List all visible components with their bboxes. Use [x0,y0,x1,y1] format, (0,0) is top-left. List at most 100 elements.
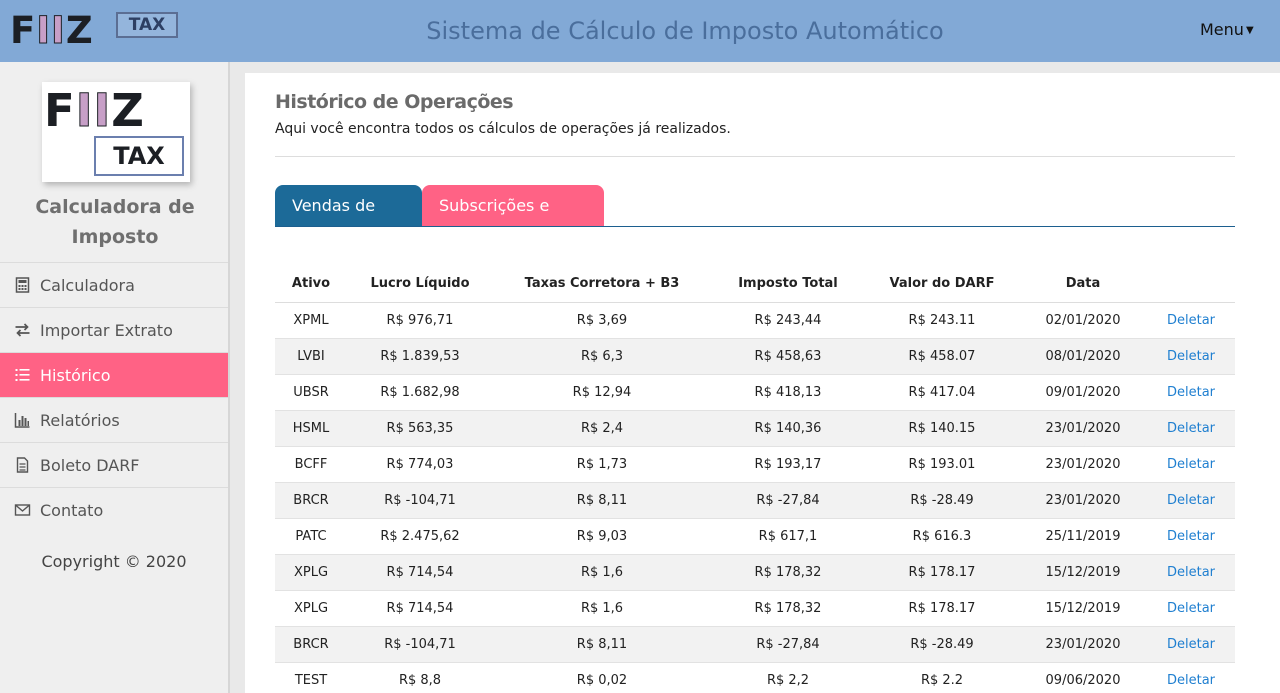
cell-ativo: TEST [275,662,347,693]
cell-valor-darf: R$ 178.17 [865,590,1019,627]
exchange-icon [14,322,32,338]
cell-imposto-total: R$ 418,13 [711,374,865,411]
tab-subscricoes-e-ipos[interactable]: Subscrições e IPOs [422,185,604,256]
top-navbar: FIIZ TAX Sistema de Cálculo de Imposto A… [0,0,1280,62]
table-body: XPML R$ 976,71 R$ 3,69 R$ 243,44 R$ 243.11 02… [275,302,1235,693]
cell-imposto-total: R$ 178,32 [711,590,865,627]
cell-ativo: BCFF [275,446,347,483]
document-icon [14,457,32,473]
cell-lucro-liquido: R$ 976,71 [347,302,493,339]
sidebar-logo: FIIZ TAX [42,82,190,182]
cell-data: 23/01/2020 [1019,482,1147,519]
cell-lucro-liquido: R$ 774,03 [347,446,493,483]
cell-ativo: XPLG [275,554,347,591]
cell-valor-darf: R$ -28.49 [865,626,1019,663]
cell-ativo: XPLG [275,590,347,627]
cell-taxas: R$ 8,11 [493,626,711,663]
cell-ativo: PATC [275,518,347,555]
cell-taxas: R$ 2,4 [493,410,711,447]
menu-label: Menu [1200,20,1244,39]
sidebar-item-calculadora[interactable]: Calculadora [0,262,228,307]
cell-ativo: LVBI [275,338,347,375]
cell-lucro-liquido: R$ 714,54 [347,590,493,627]
delete-link[interactable]: Deletar [1147,590,1235,627]
sidebar-item-label: Importar Extrato [40,320,173,340]
caret-down-icon: ▼ [1245,25,1254,36]
calculator-icon [14,277,32,293]
table-row: LVBI R$ 1.839,53 R$ 6,3 R$ 458,63 R$ 458.07 0… [275,338,1235,375]
delete-link[interactable]: Deletar [1147,338,1235,375]
cell-valor-darf: R$ 2.2 [865,662,1019,693]
cell-valor-darf: R$ 616.3 [865,518,1019,555]
cell-ativo: XPML [275,302,347,339]
table-row: PATC R$ 2.475,62 R$ 9,03 R$ 617,1 R$ 616.3 25… [275,518,1235,555]
cell-imposto-total: R$ 243,44 [711,302,865,339]
sidebar-item-importar-extrato[interactable]: Importar Extrato [0,307,228,352]
sidebar-item-contato[interactable]: Contato [0,487,228,532]
cell-taxas: R$ 1,6 [493,590,711,627]
column-header-actions [1147,265,1235,303]
app-title: Sistema de Cálculo de Imposto Automático [426,17,944,45]
column-header-ativo: Ativo [275,265,347,303]
cell-data: 23/01/2020 [1019,626,1147,663]
sidebar: FIIZ TAX Calculadora de Imposto Calculad… [0,62,230,693]
table-row: XPLG R$ 714,54 R$ 1,6 R$ 178,32 R$ 178.17 15/… [275,554,1235,591]
sidebar-item-relatorios[interactable]: Relatórios [0,397,228,442]
table-row: BCFF R$ 774,03 R$ 1,73 R$ 193,17 R$ 193.01 23… [275,446,1235,483]
sidebar-item-label: Contato [40,500,104,520]
cell-valor-darf: R$ 243.11 [865,302,1019,339]
list-icon [14,367,32,383]
column-header-data: Data [1019,265,1147,303]
delete-link[interactable]: Deletar [1147,302,1235,339]
tab-bar: Vendas de FIIs Subscrições e IPOs [275,185,1235,256]
main-content: Histórico de Operações Aqui você encontr… [245,73,1280,693]
delete-link[interactable]: Deletar [1147,446,1235,483]
menu-dropdown-button[interactable]: Menu ▼ [1200,19,1254,42]
page-subtitle: Aqui você encontra todos os cálculos de … [275,121,731,137]
sidebar-item-boleto-darf[interactable]: Boleto DARF [0,442,228,487]
cell-data: 02/01/2020 [1019,302,1147,339]
bar-chart-icon [14,412,32,428]
cell-valor-darf: R$ 193.01 [865,446,1019,483]
delete-link[interactable]: Deletar [1147,482,1235,519]
cell-imposto-total: R$ 2,2 [711,662,865,693]
table-row: UBSR R$ 1.682,98 R$ 12,94 R$ 418,13 R$ 417.0… [275,374,1235,411]
sidebar-item-historico[interactable]: Histórico [0,352,228,397]
delete-link[interactable]: Deletar [1147,554,1235,591]
table-header-row: Ativo Lucro Líquido Taxas Corretora + B3… [275,265,1235,303]
cell-lucro-liquido: R$ 1.682,98 [347,374,493,411]
table-row: TEST R$ 8,8 R$ 0,02 R$ 2,2 R$ 2.2 09/06/2020 D… [275,662,1235,693]
cell-imposto-total: R$ 458,63 [711,338,865,375]
cell-taxas: R$ 1,6 [493,554,711,591]
sidebar-nav: Calculadora Importar Extrato Histórico R… [0,262,228,532]
cell-data: 15/12/2019 [1019,554,1147,591]
column-header-imposto-total: Imposto Total [711,265,865,303]
divider [275,156,1235,157]
cell-taxas: R$ 0,02 [493,662,711,693]
cell-imposto-total: R$ 140,36 [711,410,865,447]
cell-data: 25/11/2019 [1019,518,1147,555]
cell-lucro-liquido: R$ 714,54 [347,554,493,591]
cell-ativo: BRCR [275,626,347,663]
delete-link[interactable]: Deletar [1147,410,1235,447]
delete-link[interactable]: Deletar [1147,662,1235,693]
cell-lucro-liquido: R$ 8,8 [347,662,493,693]
cell-valor-darf: R$ 140.15 [865,410,1019,447]
brand-line-1: Calculadora de [35,196,195,218]
cell-lucro-liquido: R$ 2.475,62 [347,518,493,555]
sidebar-logo-tax: TAX [94,136,184,176]
cell-imposto-total: R$ -27,84 [711,482,865,519]
cell-data: 23/01/2020 [1019,446,1147,483]
tab-vendas-de-fiis[interactable]: Vendas de FIIs [275,185,422,256]
column-header-taxas: Taxas Corretora + B3 [493,265,711,303]
cell-ativo: BRCR [275,482,347,519]
delete-link[interactable]: Deletar [1147,518,1235,555]
operations-table: Ativo Lucro Líquido Taxas Corretora + B3… [275,265,1235,693]
delete-link[interactable]: Deletar [1147,626,1235,663]
delete-link[interactable]: Deletar [1147,374,1235,411]
cell-lucro-liquido: R$ 563,35 [347,410,493,447]
sidebar-logo-fiiz: FIIZ [44,84,145,138]
cell-imposto-total: R$ -27,84 [711,626,865,663]
cell-data: 23/01/2020 [1019,410,1147,447]
cell-valor-darf: R$ 417.04 [865,374,1019,411]
